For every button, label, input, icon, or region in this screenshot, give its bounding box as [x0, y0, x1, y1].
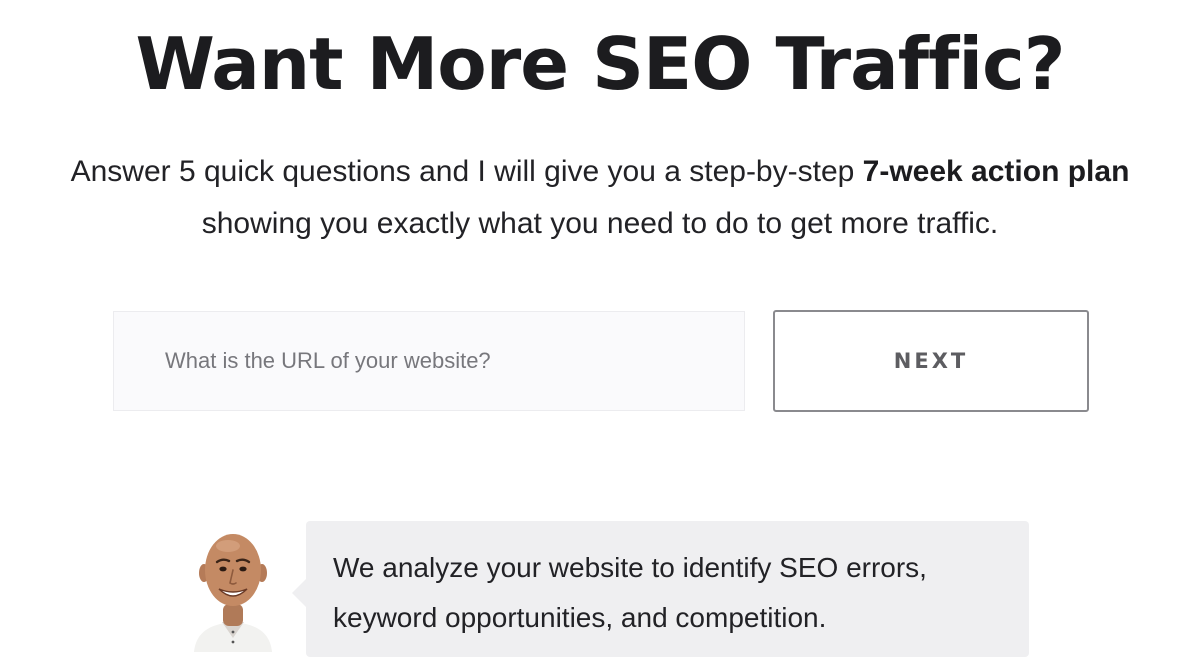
subtitle-highlight: 7-week action plan	[862, 155, 1130, 188]
next-button[interactable]: NEXT	[773, 310, 1089, 412]
info-speech-bubble: We analyze your website to identify SEO …	[292, 521, 1029, 657]
page-subtitle: Answer 5 quick questions and I will give…	[0, 146, 1200, 250]
subtitle-line-2: showing you exactly what you need to do …	[201, 207, 999, 240]
website-url-input[interactable]	[113, 311, 745, 411]
subtitle-text: Answer 5 quick questions and I will give…	[70, 155, 863, 188]
bubble-line-2: keyword opportunities, and competition.	[333, 602, 827, 633]
author-avatar	[186, 528, 280, 652]
bubble-message: We analyze your website to identify SEO …	[333, 543, 1009, 643]
page-title: Want More SEO Traffic?	[135, 22, 1065, 106]
bubble-line-1: We analyze your website to identify SEO …	[333, 552, 927, 583]
person-portrait-icon	[194, 534, 272, 652]
